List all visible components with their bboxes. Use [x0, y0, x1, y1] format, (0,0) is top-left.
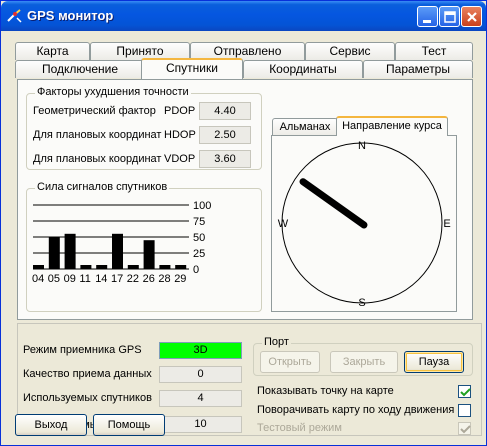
test-mode-label: Тестовый режим: [257, 422, 342, 434]
tab-map[interactable]: Карта: [15, 42, 90, 60]
tab-parameters[interactable]: Параметры: [363, 60, 473, 78]
signal-chart: 100 75 50 25 0 04 05 09 11 14 17 22 26 28 29: [32, 200, 211, 285]
minimize-button[interactable]: [417, 6, 438, 27]
signal-bar: [159, 265, 171, 269]
visible-sats-value: 10: [159, 416, 242, 433]
signal-bar: [48, 237, 60, 269]
pdop-value: 4.40: [199, 102, 251, 120]
used-sats-value: 4: [159, 390, 242, 407]
checkmark-icon: [460, 388, 471, 397]
signal-bar: [112, 233, 123, 269]
close-button[interactable]: [461, 6, 482, 27]
app-window: GPS монитор Карта Принято Отправлено Сер…: [0, 0, 487, 446]
satellite-id-label: 09: [64, 273, 76, 285]
test-mode-checkbox[interactable]: [458, 422, 471, 435]
tab-course-direction[interactable]: Направление курса: [336, 116, 448, 136]
client-area: Карта Принято Отправлено Сервис Тест Под…: [5, 31, 482, 443]
checkmark-icon: [460, 425, 471, 434]
maximize-button[interactable]: [439, 6, 460, 27]
dop-label-vdop: Для плановых координат: [33, 153, 162, 165]
compass-east: E: [443, 218, 450, 230]
satellite-id-label: 22: [127, 273, 139, 285]
dop-key-hdop: HDOP: [164, 129, 196, 141]
satellite-id-label: 17: [111, 273, 123, 285]
dop-label-hdop: Для плановых координат: [33, 129, 162, 141]
dop-label-pdop: Геометрический фактор: [33, 105, 156, 117]
satellite-icon: [7, 9, 22, 23]
compass-south: S: [358, 297, 365, 309]
port-group: Порт Открыть Закрыть Пауза: [253, 336, 473, 376]
signal-tick-label: 75: [193, 216, 205, 228]
signal-bar: [64, 233, 76, 269]
exit-button[interactable]: Выход: [15, 414, 87, 436]
satellite-id-label: 05: [48, 273, 60, 285]
satellite-id-label: 11: [79, 273, 90, 285]
signal-bar: [33, 265, 44, 269]
rotate-map-checkbox[interactable]: [458, 404, 471, 417]
signal-bar: [143, 240, 155, 269]
receiver-mode-value: 3D: [159, 342, 242, 359]
close-icon: [467, 12, 477, 22]
dop-key-pdop: PDOP: [164, 105, 196, 117]
close-port-button[interactable]: Закрыть: [330, 351, 398, 373]
heading-needle: [299, 178, 368, 229]
satellite-id-label: 28: [158, 273, 170, 285]
signal-tick-label: 0: [193, 264, 199, 276]
signal-bar: [96, 265, 108, 269]
dop-group: Факторы ухудшения точности Геометрически…: [26, 86, 262, 170]
satellite-id-label: 26: [143, 273, 155, 285]
signal-bar: [80, 265, 92, 269]
signal-bar: [175, 265, 187, 269]
maximize-icon: [444, 11, 456, 23]
compass-west: W: [278, 218, 289, 230]
open-port-button[interactable]: Открыть: [260, 351, 320, 373]
satellite-id-label: 14: [95, 273, 107, 285]
tab-coordinates[interactable]: Координаты: [243, 60, 363, 78]
signal-tick-label: 25: [193, 248, 205, 260]
title-bar[interactable]: GPS монитор: [1, 1, 486, 31]
compass-panel: N S E W: [271, 135, 457, 312]
window-title: GPS монитор: [27, 8, 114, 23]
signal-tick-label: 100: [193, 200, 211, 212]
tab-almanac[interactable]: Альманах: [272, 118, 338, 136]
vdop-value: 3.60: [199, 150, 251, 168]
signal-tick-label: 50: [193, 232, 205, 244]
show-point-label: Показывать точку на карте: [257, 385, 394, 397]
satellite-id-label: 29: [174, 273, 186, 285]
minimize-icon: [423, 20, 431, 23]
satellite-id-label: 04: [32, 273, 44, 285]
tab-test[interactable]: Тест: [395, 42, 473, 60]
receiver-mode-label: Режим приемника GPS: [23, 344, 142, 356]
compass-rose: N S E W: [278, 140, 451, 309]
rotate-map-label: Поворачивать карту по ходу движения: [257, 404, 455, 416]
show-point-checkbox[interactable]: [458, 385, 471, 398]
dop-group-title: Факторы ухудшения точности: [35, 86, 191, 98]
tab-satellites[interactable]: Спутники: [141, 58, 243, 79]
signal-bar: [127, 265, 139, 269]
help-button[interactable]: Помощь: [93, 414, 165, 436]
pause-button[interactable]: Пауза: [404, 351, 464, 373]
hdop-value: 2.50: [199, 126, 251, 144]
quality-label: Качество приема данных: [23, 368, 152, 380]
tab-connection[interactable]: Подключение: [15, 60, 145, 78]
dop-key-vdop: VDOP: [164, 153, 196, 165]
used-sats-label: Используемых спутников: [23, 392, 152, 404]
compass-north: N: [358, 140, 366, 152]
port-group-title: Порт: [262, 336, 291, 348]
tab-service[interactable]: Сервис: [305, 42, 395, 60]
signal-group: Сила сигналов спутников 100 75 50 25 0 04 05 09…: [26, 181, 262, 312]
quality-value: 0: [159, 366, 242, 383]
